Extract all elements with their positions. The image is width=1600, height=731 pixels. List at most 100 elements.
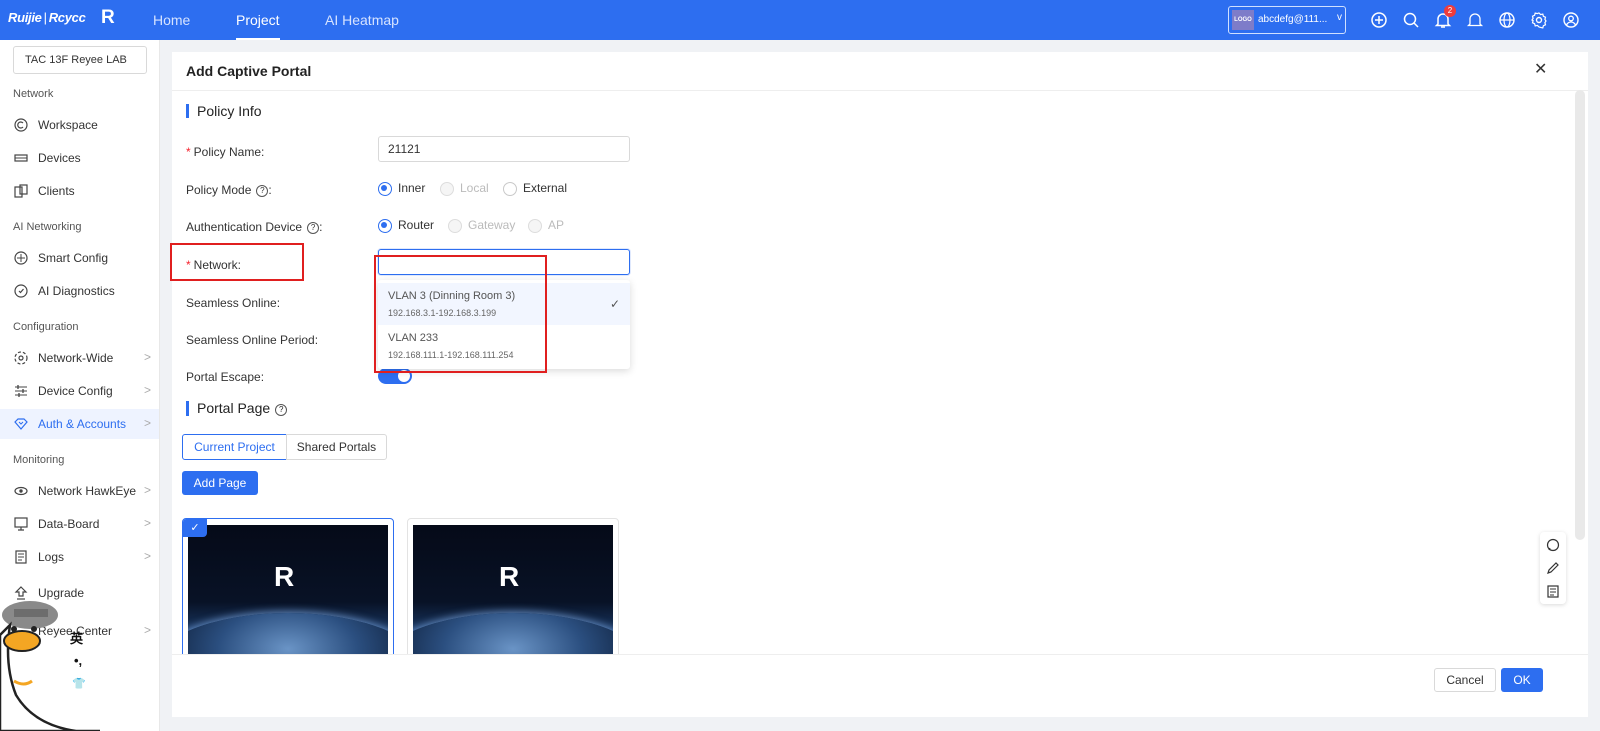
brand-name: Ruijie	[8, 10, 42, 25]
section-monitoring: Monitoring	[13, 454, 65, 466]
drawer-footer: Cancel OK	[172, 654, 1588, 717]
project-selector[interactable]: TAC 13F Reyee LAB	[13, 46, 147, 74]
sidebar-item-network-wide[interactable]: Network-Wide >	[0, 343, 159, 373]
shirt-icon: 👕	[72, 678, 86, 690]
notification-badge: 2	[1444, 5, 1456, 17]
feedback-icon[interactable]	[1546, 561, 1560, 575]
chevron-right-icon: >	[144, 383, 152, 397]
close-icon[interactable]: ✕	[1534, 59, 1547, 79]
sidebar-item-device-config[interactable]: Device Config >	[0, 376, 159, 406]
mascot-glyph: •,	[74, 653, 83, 668]
chat-icon[interactable]	[1546, 538, 1560, 552]
tab-shared-portals[interactable]: Shared Portals	[286, 434, 387, 460]
portal-card[interactable]: R	[407, 518, 619, 668]
account-email: abcdefg@111...	[1258, 14, 1328, 25]
sidebar-item-label: Clients	[38, 184, 75, 198]
auth-icon	[14, 417, 28, 431]
sidebar-item-label: Auth & Accounts	[38, 417, 127, 431]
section-ai-networking: AI Networking	[13, 221, 82, 233]
portal-thumbnail: R	[413, 525, 613, 665]
section-configuration: Configuration	[13, 321, 79, 333]
sidebar-item-label: Network-Wide	[38, 351, 114, 365]
radio-router[interactable]: Router	[378, 218, 434, 233]
nav-project[interactable]: Project	[236, 0, 280, 40]
account-selector[interactable]: LOGO abcdefg@111... v	[1228, 6, 1346, 34]
portal-thumbnail: R	[188, 525, 388, 665]
auth-device-label: Authentication Device?:	[186, 220, 323, 234]
devices-icon	[14, 151, 28, 165]
ruijie-logo-icon: R	[274, 561, 295, 592]
radio-inner[interactable]: Inner	[378, 181, 425, 196]
sidebar-item-label: Smart Config	[38, 251, 109, 265]
data-board-icon	[14, 517, 28, 531]
logs-icon	[14, 550, 28, 564]
ruijie-logo-icon: R	[499, 561, 520, 592]
floating-toolbar	[1540, 532, 1566, 604]
sidebar-item-clients[interactable]: Clients	[0, 176, 159, 206]
clipboard-icon[interactable]	[1546, 584, 1560, 598]
sidebar-item-label: Workspace	[38, 118, 98, 132]
top-bar: Ruijie | Rcycc R Home Project AI Heatmap L…	[0, 0, 1600, 40]
user-icon[interactable]	[1562, 11, 1580, 29]
tab-current-project[interactable]: Current Project	[182, 434, 287, 460]
policy-name-label: * Policy Name:	[186, 145, 265, 159]
cancel-button[interactable]: Cancel	[1434, 668, 1496, 692]
highlight-network-label	[170, 243, 304, 281]
chevron-right-icon: >	[144, 516, 152, 530]
seamless-period-label: Seamless Online Period:	[186, 333, 319, 347]
scrollbar[interactable]	[1575, 90, 1585, 540]
globe-icon[interactable]	[1498, 11, 1516, 29]
divider	[172, 90, 1588, 91]
bell-icon[interactable]: 2	[1434, 5, 1456, 29]
radio-gateway[interactable]: Gateway	[448, 218, 515, 233]
chevron-right-icon: >	[144, 549, 152, 563]
bell-outline-icon[interactable]	[1466, 11, 1484, 29]
section-network: Network	[13, 88, 54, 100]
sidebar-item-devices[interactable]: Devices	[0, 143, 159, 173]
chevron-down-icon: v	[1337, 12, 1342, 23]
help-icon[interactable]: ?	[275, 404, 288, 416]
sidebar-item-label: Devices	[38, 151, 81, 165]
policy-mode-label: Policy Mode?:	[186, 183, 272, 197]
sidebar-item-network-hawkeye[interactable]: Network HawkEye >	[0, 476, 159, 506]
nav-ai-heatmap[interactable]: AI Heatmap	[325, 0, 399, 40]
sidebar-item-smart-config[interactable]: Smart Config	[0, 243, 159, 273]
sidebar-item-ai-diagnostics[interactable]: AI Diagnostics	[0, 276, 159, 306]
device-config-icon	[14, 384, 28, 398]
seamless-online-label: Seamless Online:	[186, 296, 281, 310]
account-logo: LOGO	[1232, 10, 1254, 30]
gear-icon[interactable]	[1530, 11, 1548, 29]
search-icon[interactable]	[1402, 11, 1420, 29]
ai-diagnostics-icon	[14, 284, 28, 298]
radio-local[interactable]: Local	[440, 181, 489, 196]
workspace-icon	[14, 118, 28, 132]
sidebar-item-auth-accounts[interactable]: Auth & Accounts >	[0, 409, 159, 439]
help-icon[interactable]: ?	[307, 222, 320, 234]
portal-escape-label: Portal Escape:	[186, 370, 265, 384]
radio-ap[interactable]: AP	[528, 218, 564, 233]
sidebar-item-label: Data-Board	[38, 517, 100, 531]
brand-logo[interactable]: Ruijie | Rcycc R	[8, 7, 115, 28]
sidebar-item-label: Device Config	[38, 384, 113, 398]
add-circle-icon[interactable]	[1370, 11, 1388, 29]
network-wide-icon	[14, 351, 28, 365]
sidebar-item-workspace[interactable]: Workspace	[0, 110, 159, 140]
sidebar-item-data-board[interactable]: Data-Board >	[0, 509, 159, 539]
mascot-glyph: 英	[70, 631, 84, 646]
radio-external[interactable]: External	[503, 181, 567, 196]
sidebar-item-logs[interactable]: Logs >	[0, 542, 159, 572]
sidebar-item-label: AI Diagnostics	[38, 284, 115, 298]
nav-home[interactable]: Home	[153, 0, 190, 40]
help-icon[interactable]: ?	[256, 185, 269, 197]
ok-button[interactable]: OK	[1501, 668, 1543, 692]
clients-icon	[14, 184, 28, 198]
add-page-button[interactable]: Add Page	[182, 471, 258, 495]
portal-card[interactable]: R ✓	[182, 518, 394, 668]
main-panel: Add Captive Portal ✕ Policy Info * Policy…	[172, 52, 1588, 717]
duck-mascot-sticker: 英 •, 👕	[0, 595, 100, 731]
policy-name-input[interactable]: 21121	[378, 136, 630, 162]
smart-config-icon	[14, 251, 28, 265]
section-policy-info: Policy Info	[186, 104, 262, 118]
drawer-title: Add Captive Portal	[186, 63, 312, 79]
brand-product: Rcycc	[48, 10, 86, 25]
